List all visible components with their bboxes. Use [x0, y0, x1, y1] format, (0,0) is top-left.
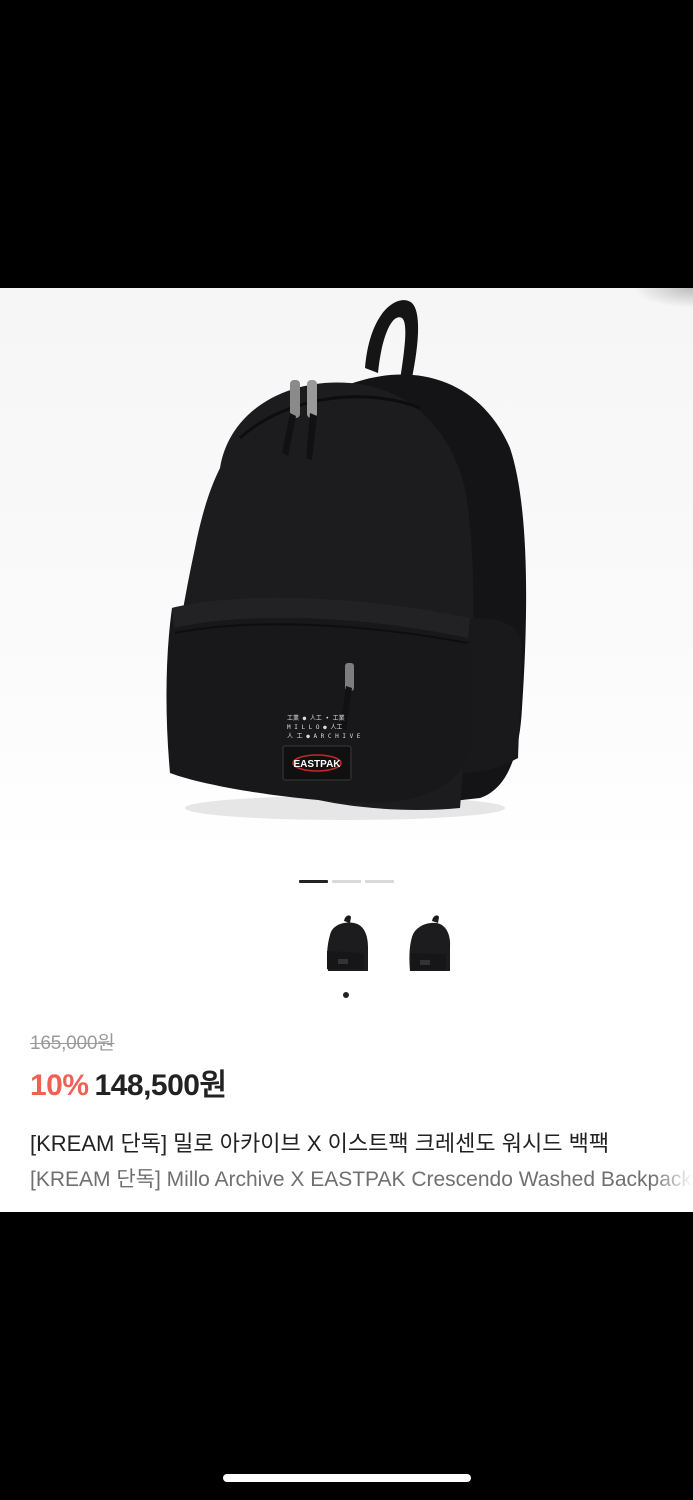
product-title-korean: [KREAM 단독] 밀로 아카이브 X 이스트팩 크레센도 워시드 백팩 [30, 1126, 693, 1158]
svg-text:人 工 ● A R C H I V E: 人 工 ● A R C H I V E [287, 733, 361, 740]
original-price: 165,000원 [30, 1033, 115, 1054]
product-image-backpack: 工業 ● 人工 • 工業 M I L L O ● 人工 人 工 ● A R C … [166, 300, 527, 820]
thumbnail-1[interactable] [322, 913, 370, 977]
product-title-english: [KREAM 단독] Millo Archive X EASTPAK Cresc… [30, 1163, 693, 1193]
product-image-carousel[interactable]: 工業 ● 人工 • 工業 M I L L O ● 人工 人 工 ● A R C … [0, 288, 693, 858]
eastpak-patch-text: EASTPAK [293, 759, 341, 770]
thumbnail-2[interactable] [406, 913, 454, 977]
discount-rate: 10% [30, 1069, 89, 1102]
svg-text:M I L L O ● 人工: M I L L O ● 人工 [287, 724, 342, 731]
corner-shadow [633, 288, 693, 308]
home-indicator[interactable] [223, 1474, 471, 1482]
product-detail: 工業 ● 人工 • 工業 M I L L O ● 人工 人 工 ● A R C … [0, 288, 693, 1212]
sale-price: 148,500원 [94, 1069, 228, 1102]
thumbnail-selected-dot [343, 992, 349, 998]
carousel-indicator-active[interactable] [299, 880, 328, 883]
top-blank-area [0, 0, 693, 288]
carousel-indicator[interactable] [365, 880, 394, 883]
carousel-indicator[interactable] [332, 880, 361, 883]
svg-text:工業 ● 人工 • 工業: 工業 ● 人工 • 工業 [287, 714, 345, 722]
price-row: 10% 148,500원 [30, 1060, 228, 1102]
